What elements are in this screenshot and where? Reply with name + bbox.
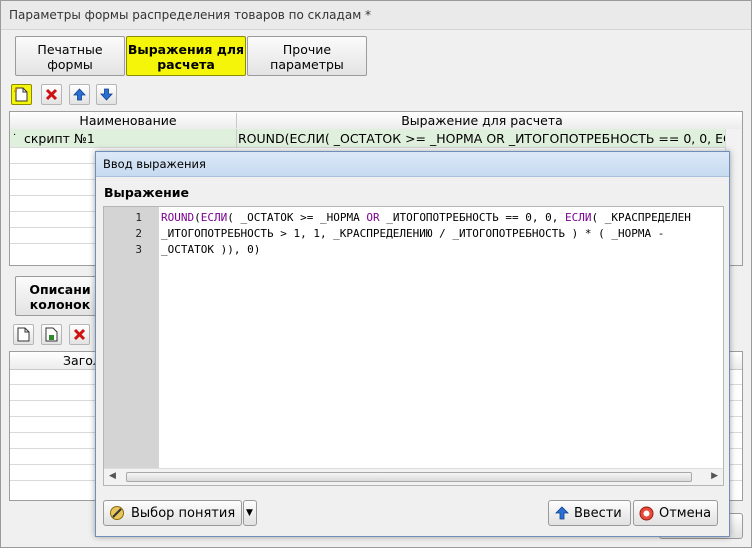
code-line: _ИТОГОПОТРЕБНОСТЬ > 1, 1, _КРАСПРЕДЕЛЕНИ… bbox=[161, 227, 664, 240]
add-icon bbox=[14, 87, 28, 102]
enter-label: Ввести bbox=[574, 506, 622, 521]
enter-button[interactable]: Ввести bbox=[548, 500, 631, 526]
save-icon bbox=[45, 327, 58, 342]
tab-calc-expressions-label-1: Выражения для bbox=[127, 42, 245, 57]
delete-icon bbox=[73, 328, 86, 341]
add-icon bbox=[17, 327, 30, 342]
tab-print-forms-label-1: Печатные bbox=[37, 42, 103, 57]
columns-description-label-2: колонок bbox=[29, 297, 91, 312]
row-expression: ROUND(ЕСЛИ( _ОСТАТОК >= _НОРМА OR _ИТОГО… bbox=[238, 131, 742, 146]
tab-other-params[interactable]: Прочие параметры bbox=[247, 36, 367, 76]
cancel-button[interactable]: Отмена bbox=[633, 500, 718, 526]
tab-other-params-label-1: Прочие bbox=[282, 42, 332, 57]
delete-icon bbox=[45, 88, 58, 101]
cancel-icon bbox=[639, 506, 654, 521]
code-token: ( _КРАСПРЕДЕЛЕН bbox=[591, 211, 691, 224]
line-number: 3 bbox=[135, 243, 142, 256]
wand-icon bbox=[110, 506, 124, 520]
tab-print-forms[interactable]: Печатные формы bbox=[15, 36, 125, 76]
code-token: _ИТОГОПОТРЕБНОСТЬ > 1, 1, _КРАСПРЕДЕЛЕНИ… bbox=[161, 227, 665, 240]
code-token: ( bbox=[194, 211, 201, 224]
scroll-left-icon[interactable]: ◀ bbox=[109, 471, 116, 481]
scroll-right-icon[interactable]: ▶ bbox=[711, 471, 718, 481]
code-token: _ОСТАТОК )), 0) bbox=[161, 243, 261, 256]
delete-expression-button[interactable] bbox=[41, 84, 62, 105]
code-keyword: OR bbox=[366, 211, 380, 224]
choose-concept-label: Выбор понятия bbox=[131, 506, 236, 521]
add-column-button[interactable] bbox=[13, 324, 34, 345]
move-up-button[interactable] bbox=[69, 84, 90, 105]
code-keyword: ЕСЛИ bbox=[200, 211, 228, 224]
dialog-title: Ввод выражения bbox=[103, 157, 206, 171]
move-down-icon bbox=[100, 88, 113, 101]
expressions-grid-header: Наименование Выражение для расчета bbox=[10, 112, 742, 130]
move-down-button[interactable] bbox=[96, 84, 117, 105]
line-number-gutter: 1 2 3 bbox=[104, 207, 159, 485]
choose-concept-button[interactable]: Выбор понятия bbox=[103, 500, 242, 526]
editor-horizontal-scrollbar[interactable]: ◀ ▶ bbox=[104, 468, 723, 485]
move-up-icon bbox=[73, 88, 86, 101]
expression-editor[interactable]: 1 2 3 ROUND(ЕСЛИ( _ОСТАТОК >= _НОРМА OR … bbox=[103, 206, 724, 486]
add-expression-button[interactable] bbox=[11, 84, 32, 105]
tab-calc-expressions[interactable]: Выражения для расчета bbox=[126, 36, 246, 76]
code-line: ROUND(ЕСЛИ( _ОСТАТОК >= _НОРМА OR _ИТОГО… bbox=[161, 211, 691, 224]
columns-description-button[interactable]: Описани колонок bbox=[15, 276, 105, 316]
delete-column-button[interactable] bbox=[69, 324, 90, 345]
column-header-name[interactable]: Наименование bbox=[22, 113, 234, 128]
code-keyword: ROUND bbox=[161, 211, 195, 224]
columns-description-label-1: Описани bbox=[29, 282, 91, 297]
tab-print-forms-label-2: формы bbox=[47, 57, 93, 72]
window-title-bar: Параметры формы распределения товаров по… bbox=[1, 1, 751, 30]
window-title: Параметры формы распределения товаров по… bbox=[9, 8, 372, 22]
chevron-down-icon: ▼ bbox=[246, 508, 253, 518]
code-token: _ИТОГОПОТРЕБНОСТЬ == 0, 0, bbox=[379, 211, 566, 224]
line-number: 1 bbox=[135, 211, 142, 224]
cancel-label: Отмена bbox=[659, 506, 712, 521]
arrow-up-icon bbox=[555, 506, 569, 520]
save-column-button[interactable] bbox=[41, 324, 62, 345]
code-keyword: ЕСЛИ bbox=[565, 211, 592, 224]
tab-other-params-label-2: параметры bbox=[270, 57, 344, 72]
table-row[interactable]: · скрипт №1 ROUND(ЕСЛИ( _ОСТАТОК >= _НОР… bbox=[10, 129, 742, 148]
column-divider bbox=[236, 129, 237, 147]
expression-label: Выражение bbox=[104, 185, 190, 200]
code-line: _ОСТАТОК )), 0) bbox=[161, 243, 260, 256]
row-name: скрипт №1 bbox=[24, 131, 95, 146]
code-token: ( _ОСТАТОК >= _НОРМА bbox=[227, 211, 367, 224]
tab-calc-expressions-label-2: расчета bbox=[157, 57, 215, 72]
row-indicator-icon: · bbox=[13, 130, 17, 141]
choose-concept-dropdown[interactable]: ▼ bbox=[243, 500, 257, 526]
scrollbar-thumb[interactable] bbox=[126, 472, 692, 482]
line-number: 2 bbox=[135, 227, 142, 240]
column-header-expression[interactable]: Выражение для расчета bbox=[236, 113, 727, 128]
expression-input-dialog: Ввод выражения Выражение 1 2 3 ROUND(ЕСЛ… bbox=[95, 151, 730, 537]
dialog-title-bar: Ввод выражения bbox=[96, 152, 729, 177]
